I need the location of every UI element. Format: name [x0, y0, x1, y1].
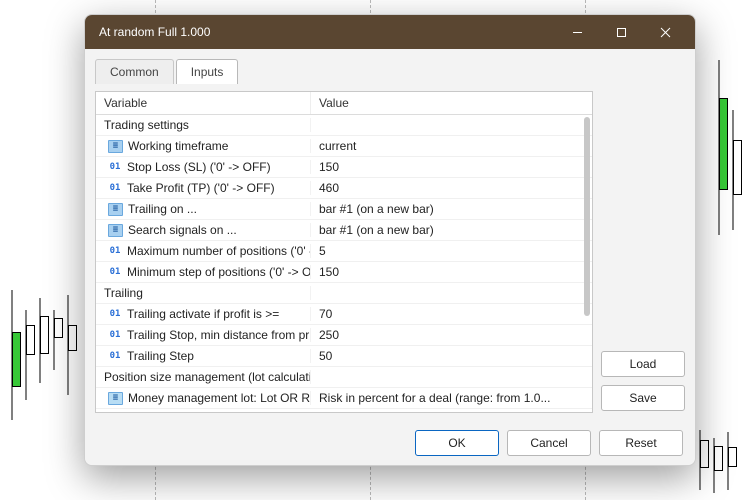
number-type-icon	[108, 267, 122, 278]
variable-label: Maximum number of positions ('0' -> O...	[127, 244, 311, 258]
variable-label: Stop Loss (SL) ('0' -> OFF)	[127, 160, 271, 174]
table-row[interactable]: Maximum number of positions ('0' -> O...…	[96, 241, 592, 262]
table-section-row: Position size management (lot calculatio…	[96, 367, 592, 388]
scrollbar[interactable]	[584, 117, 590, 410]
ok-button[interactable]: OK	[415, 430, 499, 456]
variable-label: Trailing Stop, min distance from price t…	[127, 328, 311, 342]
value-cell[interactable]: bar #1 (on a new bar)	[311, 223, 592, 237]
number-type-icon	[108, 246, 122, 257]
variable-cell: Trailing Stop, min distance from price t…	[96, 328, 311, 342]
value-cell[interactable]: 50	[311, 349, 592, 363]
table-row[interactable]: Minimum step of positions ('0' -> OFF)15…	[96, 262, 592, 283]
enum-type-icon	[108, 392, 123, 405]
variable-cell: Money management lot: Lot OR Risk	[96, 391, 311, 405]
table-row[interactable]: Trailing Stop, min distance from price t…	[96, 325, 592, 346]
window-title: At random Full 1.000	[99, 25, 555, 39]
variable-cell: Search signals on ...	[96, 223, 311, 237]
value-cell[interactable]: 250	[311, 328, 592, 342]
variable-cell: Working timeframe	[96, 139, 311, 153]
value-cell[interactable]: 5	[311, 244, 592, 258]
table-section-row: Trailing	[96, 283, 592, 304]
variable-cell: Stop Loss (SL) ('0' -> OFF)	[96, 160, 311, 174]
table-row[interactable]: Money management lot: Lot OR RiskRisk in…	[96, 388, 592, 409]
number-type-icon	[108, 162, 122, 173]
table-body: Trading settings Working timeframe current…	[96, 115, 592, 412]
variable-cell: Trailing on ...	[96, 202, 311, 216]
value-cell[interactable]: bar #1 (on a new bar)	[311, 202, 592, 216]
col-value[interactable]: Value	[311, 92, 592, 114]
variable-label: Position size management (lot calculatio…	[104, 370, 311, 384]
maximize-button[interactable]	[599, 17, 643, 47]
cancel-button[interactable]: Cancel	[507, 430, 591, 456]
table-row[interactable]: Trailing on ... bar #1 (on a new bar)	[96, 199, 592, 220]
table-row[interactable]: Take Profit (TP) ('0' -> OFF) 460	[96, 178, 592, 199]
col-variable[interactable]: Variable	[96, 92, 311, 114]
variable-label: Trailing Step	[127, 349, 194, 363]
table-header: Variable Value	[96, 92, 592, 115]
table-section-row: Trading settings	[96, 115, 592, 136]
side-buttons: Load Save	[601, 91, 685, 413]
enum-type-icon	[108, 140, 123, 153]
variable-cell: Trailing activate if profit is >=	[96, 307, 311, 321]
variable-cell: Minimum step of positions ('0' -> OFF)	[96, 265, 311, 279]
enum-type-icon	[108, 203, 123, 216]
value-cell[interactable]: 70	[311, 307, 592, 321]
variable-label: Trailing activate if profit is >=	[127, 307, 279, 321]
close-button[interactable]	[643, 17, 687, 47]
value-cell[interactable]: 460	[311, 181, 592, 195]
properties-dialog: At random Full 1.000 Common Inputs Varia…	[84, 14, 696, 466]
variable-label: Take Profit (TP) ('0' -> OFF)	[127, 181, 275, 195]
value-cell[interactable]: 150	[311, 265, 592, 279]
tab-strip: Common Inputs	[85, 49, 695, 83]
table-row[interactable]: Search signals on ... bar #1 (on a new ba…	[96, 220, 592, 241]
enum-type-icon	[108, 224, 123, 237]
number-type-icon	[108, 330, 122, 341]
variable-label: Minimum step of positions ('0' -> OFF)	[127, 265, 311, 279]
scrollbar-thumb[interactable]	[584, 117, 590, 316]
table-row[interactable]: Stop Loss (SL) ('0' -> OFF) 150	[96, 157, 592, 178]
number-type-icon	[108, 351, 122, 362]
variable-label: Money management lot: Lot OR Risk	[128, 391, 311, 405]
variable-label: Trailing on ...	[128, 202, 197, 216]
table-row[interactable]	[96, 409, 592, 412]
save-button[interactable]: Save	[601, 385, 685, 411]
load-button[interactable]: Load	[601, 351, 685, 377]
minimize-button[interactable]	[555, 17, 599, 47]
variable-label: Working timeframe	[128, 139, 228, 153]
variable-label: Search signals on ...	[128, 223, 237, 237]
table-row[interactable]: Trailing activate if profit is >= 70	[96, 304, 592, 325]
variable-cell: Trailing Step	[96, 349, 311, 363]
tab-inputs[interactable]: Inputs	[176, 59, 239, 84]
table-row[interactable]: Working timeframe current	[96, 136, 592, 157]
number-type-icon	[108, 183, 122, 194]
dialog-body: Variable Value Trading settings Working t…	[85, 83, 695, 421]
number-type-icon	[108, 309, 122, 320]
variable-cell: Position size management (lot calculatio…	[96, 370, 311, 384]
variable-label: Trading settings	[104, 118, 189, 132]
reset-button[interactable]: Reset	[599, 430, 683, 456]
value-cell[interactable]: 150	[311, 160, 592, 174]
variable-cell: Trading settings	[96, 118, 311, 132]
titlebar[interactable]: At random Full 1.000	[85, 15, 695, 49]
variable-cell: Maximum number of positions ('0' -> O...	[96, 244, 311, 258]
tab-common[interactable]: Common	[95, 59, 174, 84]
inputs-table: Variable Value Trading settings Working t…	[95, 91, 593, 413]
value-cell[interactable]: Risk in percent for a deal (range: from …	[311, 391, 592, 405]
value-cell[interactable]: current	[311, 139, 592, 153]
variable-label: Trailing	[104, 286, 143, 300]
table-row[interactable]: Trailing Step 50	[96, 346, 592, 367]
dialog-footer: OK Cancel Reset	[85, 421, 695, 465]
variable-cell: Take Profit (TP) ('0' -> OFF)	[96, 181, 311, 195]
app-canvas: At random Full 1.000 Common Inputs Varia…	[0, 0, 750, 500]
variable-cell: Trailing	[96, 286, 311, 300]
